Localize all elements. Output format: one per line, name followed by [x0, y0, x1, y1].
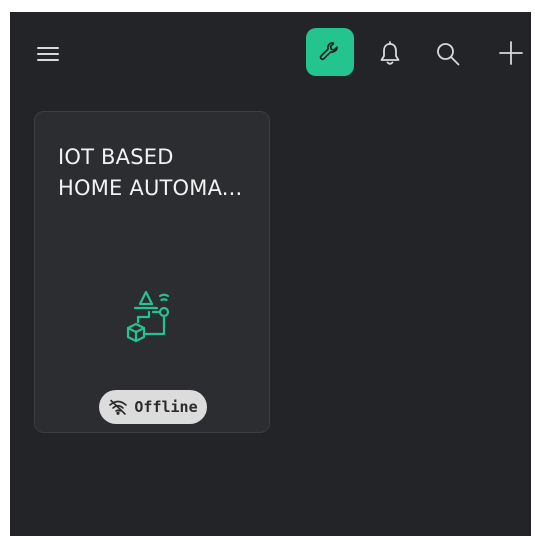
bell-icon [380, 41, 400, 65]
menu-button[interactable] [32, 38, 64, 70]
iot-devices-icon [126, 290, 170, 343]
device-card[interactable]: IOT BASED HOME AUTOMA... Offline [34, 111, 270, 433]
menu-icon [37, 47, 59, 61]
status-badge: Offline [99, 390, 207, 424]
notifications-button[interactable] [372, 36, 408, 72]
device-title: IOT BASED HOME AUTOMA... [58, 145, 243, 200]
app-screen: IOT BASED HOME AUTOMA... Offline [10, 12, 531, 536]
plus-icon [499, 41, 523, 65]
search-button[interactable] [430, 36, 466, 72]
search-icon [437, 43, 460, 66]
status-label: Offline [134, 398, 198, 416]
top-bar [10, 12, 531, 94]
add-button[interactable] [492, 34, 530, 72]
wifi-off-icon [108, 399, 128, 415]
wrench-icon [319, 41, 338, 61]
developer-tools-button[interactable] [306, 28, 354, 76]
